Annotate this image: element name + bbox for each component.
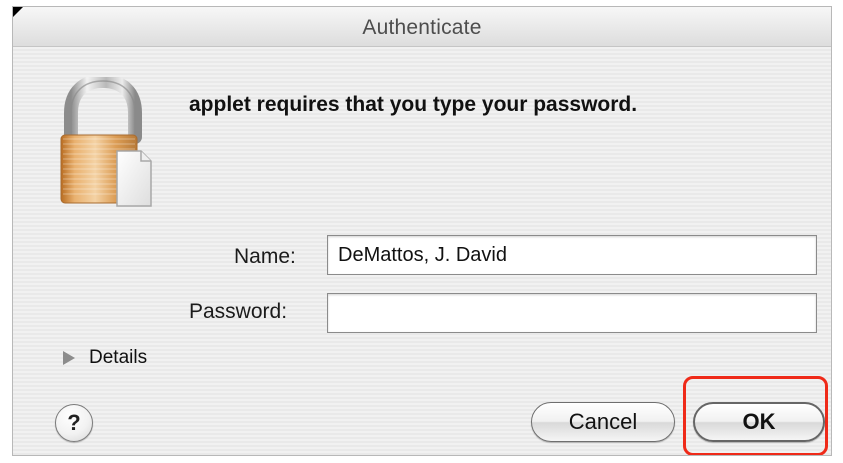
ok-button[interactable]: OK — [693, 402, 825, 442]
details-label[interactable]: Details — [89, 347, 147, 369]
help-icon[interactable]: ? — [67, 410, 80, 436]
name-label: Name: — [234, 245, 296, 268]
lock-icon — [60, 77, 152, 207]
authenticate-dialog: Authenticate applet requires that you ty… — [12, 6, 832, 456]
name-field[interactable] — [327, 235, 817, 275]
help-button[interactable]: ? — [55, 404, 93, 442]
dialog-titlebar: Authenticate — [13, 7, 831, 47]
authentication-message: applet requires that you type your passw… — [189, 93, 638, 116]
password-label: Password: — [189, 300, 288, 323]
page: Authenticate applet requires that you ty… — [0, 0, 843, 463]
disclosure-triangle-icon[interactable] — [63, 351, 75, 365]
password-field[interactable] — [327, 293, 817, 333]
document-icon — [116, 150, 152, 207]
details-disclosure[interactable]: Details — [63, 343, 147, 373]
dialog-title: Authenticate — [362, 16, 482, 39]
cancel-button[interactable]: Cancel — [531, 402, 675, 442]
